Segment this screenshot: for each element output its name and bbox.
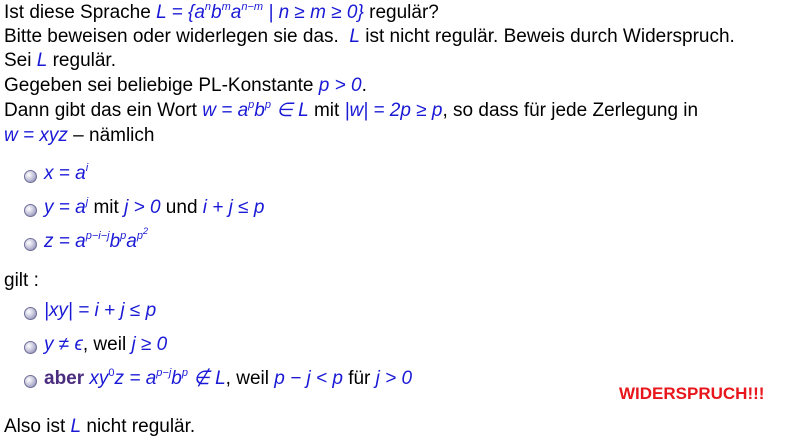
text: , so dass für jede Zerlegung in: [442, 100, 699, 121]
list-item-z: z = ap−i−jbpap2: [44, 227, 148, 253]
list-item-xy-length: |xy| = i + j ≤ p: [44, 300, 156, 322]
bullet-icon: [24, 170, 37, 183]
text: , weil: [82, 334, 132, 355]
math: b: [171, 368, 182, 389]
text: für: [342, 368, 376, 389]
math: y = a: [44, 197, 86, 218]
list-item-y-nonempty: y ≠ ϵ, weil j ≥ 0: [44, 334, 167, 356]
text: Also ist: [4, 416, 71, 437]
list-item-x: x = ai: [44, 163, 88, 185]
math-sup: 2: [143, 226, 149, 236]
math-L: L: [36, 50, 48, 71]
gilt-line: gilt :: [4, 270, 39, 292]
math: b: [109, 231, 121, 252]
math: i + j ≤ p: [202, 197, 265, 218]
decomposition-line: w = xyz – nämlich: [4, 125, 154, 147]
math-L: L: [156, 2, 167, 23]
math-sup: m: [221, 1, 231, 13]
contradiction-label: WIDERSPRUCH!!!: [619, 384, 765, 403]
bullet-icon: [24, 375, 37, 388]
bullet-icon: [24, 341, 37, 354]
math: ∉ L: [187, 368, 226, 389]
math: a: [126, 231, 137, 252]
math-sup: i: [85, 162, 89, 174]
math: j > 0: [124, 197, 161, 218]
text: Bitte beweisen oder widerlegen sie das.: [4, 26, 339, 47]
bullet-icon: [24, 204, 37, 217]
math: b: [211, 2, 222, 23]
question-line: Ist diese Sprache L = {anbman−m | n ≥ m …: [4, 2, 439, 24]
math: w = xyz: [4, 125, 68, 146]
text: , weil: [225, 368, 275, 389]
math: b: [254, 100, 265, 121]
math: j > 0: [375, 368, 413, 389]
math: x = a: [44, 163, 86, 184]
math: p − j < p: [274, 368, 343, 389]
word-line: Dann gibt das ein Wort w = apbp ∈ L mit …: [4, 100, 698, 122]
math: |w| = 2p ≥ p: [344, 100, 443, 121]
constant-line: Gegeben sei beliebige PL-Konstante p > 0…: [4, 75, 367, 97]
task-line: Bitte beweisen oder widerlegen sie das. …: [4, 26, 735, 48]
text: ist nicht regulär. Beweis durch Widerspr…: [359, 26, 735, 47]
conclusion-line: Also ist L nicht regulär.: [4, 416, 195, 438]
text: Gegeben sei beliebige PL-Konstante: [4, 75, 319, 96]
math: y ≠ ϵ: [44, 334, 83, 355]
text: nicht regulär.: [81, 416, 196, 437]
assumption-line: Sei L regulär.: [4, 50, 116, 72]
math-L: L: [70, 416, 82, 437]
math: ∈ L: [270, 100, 309, 121]
math: p > 0: [318, 75, 362, 96]
text: und: [160, 197, 203, 218]
text: gilt :: [4, 270, 39, 291]
math-sup: p−i−j: [85, 230, 110, 242]
math: z = a: [114, 368, 157, 389]
list-item-pump: aber xy0z = ap−jbp ∉ L, weil p − j < p f…: [44, 368, 412, 390]
math: |xy| = i + j ≤ p: [44, 300, 157, 321]
math: z = a: [44, 231, 86, 252]
list-item-y: y = aj mit j > 0 und i + j ≤ p: [44, 197, 264, 219]
text: Sei: [4, 50, 37, 71]
math: a: [230, 2, 242, 23]
text: mit: [308, 100, 345, 121]
bullet-icon: [24, 307, 37, 320]
text: mit: [88, 197, 125, 218]
math-L: L: [349, 26, 360, 47]
text: Ist diese Sprache: [4, 2, 157, 23]
math: | n ≥ m ≥ 0}: [263, 2, 364, 23]
text: .: [361, 75, 367, 96]
slide-page: Ist diese Sprache L = {anbman−m | n ≥ m …: [0, 0, 799, 440]
math-sup: n−m: [241, 1, 264, 13]
math-sup: p−j: [156, 367, 172, 379]
math: j ≥ 0: [131, 334, 168, 355]
math: = {a: [166, 2, 205, 23]
text: Dann gibt das ein Wort: [4, 100, 203, 121]
aber-label: aber: [44, 368, 90, 389]
math: w = a: [202, 100, 249, 121]
text: regulär?: [363, 2, 439, 23]
math-sup: p2: [137, 227, 148, 242]
text: regulär.: [47, 50, 116, 71]
bullet-icon: [24, 238, 37, 251]
text: – nämlich: [67, 125, 155, 146]
math: xy: [89, 368, 109, 389]
